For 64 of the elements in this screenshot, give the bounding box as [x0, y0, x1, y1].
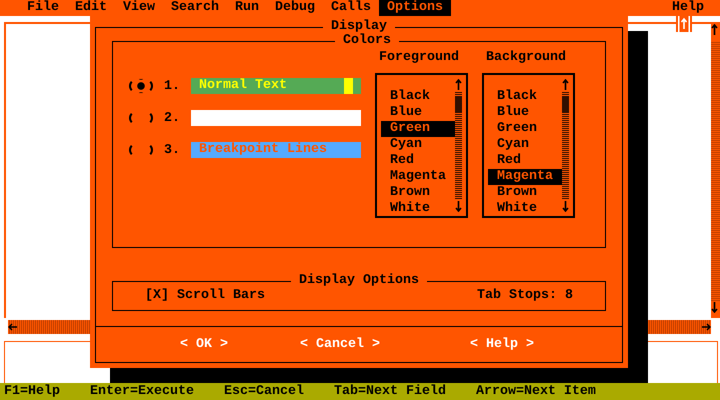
- list-item[interactable]: Red: [488, 153, 562, 169]
- list-item[interactable]: Cyan: [488, 137, 562, 153]
- list-item[interactable]: Green: [381, 121, 455, 137]
- shortcut-hint: Esc=Cancel: [224, 383, 304, 400]
- list-item[interactable]: Black: [381, 89, 455, 105]
- scroll-up-icon[interactable]: [455, 79, 462, 91]
- sample-text: Breakpoint Lines: [199, 142, 327, 158]
- scroll-right-icon[interactable]: [701, 323, 711, 331]
- scrollbar-track[interactable]: [455, 91, 462, 200]
- item-number: 3.: [164, 142, 181, 158]
- scroll-left-icon[interactable]: [8, 323, 18, 331]
- dialog-title: Display: [330, 20, 387, 34]
- list-item[interactable]: Blue: [381, 105, 455, 121]
- list-item[interactable]: Magenta: [488, 169, 562, 185]
- color-sample[interactable]: [191, 110, 361, 126]
- item-number: 2.: [164, 110, 181, 126]
- list-heading: Foreground: [379, 50, 459, 66]
- scroll-down-icon[interactable]: [711, 301, 718, 313]
- list-item[interactable]: Blue: [488, 105, 562, 121]
- list-item[interactable]: White: [381, 201, 455, 217]
- list-item[interactable]: Black: [488, 89, 562, 105]
- list-item[interactable]: Brown: [488, 185, 562, 201]
- shortcut-hint: F1=Help: [4, 383, 60, 400]
- menu-item[interactable]: Search: [163, 0, 227, 16]
- sample-text: Normal Text: [199, 78, 287, 94]
- list-item[interactable]: White: [488, 201, 562, 217]
- scrollbar-thumb[interactable]: [455, 97, 462, 113]
- radio-button[interactable]: [129, 111, 153, 125]
- menu-item[interactable]: Help: [664, 0, 712, 16]
- list-item[interactable]: Cyan: [381, 137, 455, 153]
- scrollbar-track[interactable]: [562, 91, 569, 200]
- menu-item[interactable]: Edit: [67, 0, 115, 16]
- maximize-icon[interactable]: [676, 16, 692, 32]
- list-item[interactable]: Red: [381, 153, 455, 169]
- tab-stops-label: Tab Stops:: [477, 288, 557, 303]
- shortcut-hint: Enter=Execute: [90, 383, 194, 400]
- item-number: 1.: [164, 78, 181, 94]
- scrollbar-thumb[interactable]: [562, 97, 569, 113]
- checkbox-label: Scroll Bars: [177, 288, 265, 303]
- menu-item[interactable]: View: [115, 0, 163, 16]
- list-heading: Background: [486, 50, 566, 66]
- color-list[interactable]: Black Blue Green Cyan Red Magenta Brown White: [375, 73, 468, 218]
- group-title: Colors: [342, 34, 392, 48]
- menu-item[interactable]: Options: [379, 0, 451, 16]
- checkbox[interactable]: [X]: [145, 288, 169, 303]
- shortcut-hint: Tab=Next Field: [334, 383, 446, 400]
- scroll-up-icon[interactable]: [711, 24, 718, 36]
- tab-stops-field[interactable]: 8: [565, 288, 573, 303]
- text-cursor: [344, 78, 353, 94]
- list-item[interactable]: Green: [488, 121, 562, 137]
- scroll-down-icon[interactable]: [455, 200, 462, 212]
- menu-item[interactable]: Debug: [267, 0, 323, 16]
- list-item[interactable]: Brown: [381, 185, 455, 201]
- group-title: Display Options: [298, 274, 420, 288]
- menu-item[interactable]: Run: [227, 0, 267, 16]
- scroll-down-icon[interactable]: [562, 200, 569, 212]
- menu-item[interactable]: File: [19, 0, 67, 16]
- list-item[interactable]: Magenta: [381, 169, 455, 185]
- menu-item[interactable]: Calls: [323, 0, 379, 16]
- color-list[interactable]: Black Blue Green Cyan Red Magenta Brown White: [482, 73, 575, 218]
- vertical-scrollbar[interactable]: [711, 24, 720, 318]
- radio-button[interactable]: [129, 143, 153, 157]
- scroll-up-icon[interactable]: [562, 79, 569, 91]
- shortcut-hint: Arrow=Next Item: [476, 383, 596, 400]
